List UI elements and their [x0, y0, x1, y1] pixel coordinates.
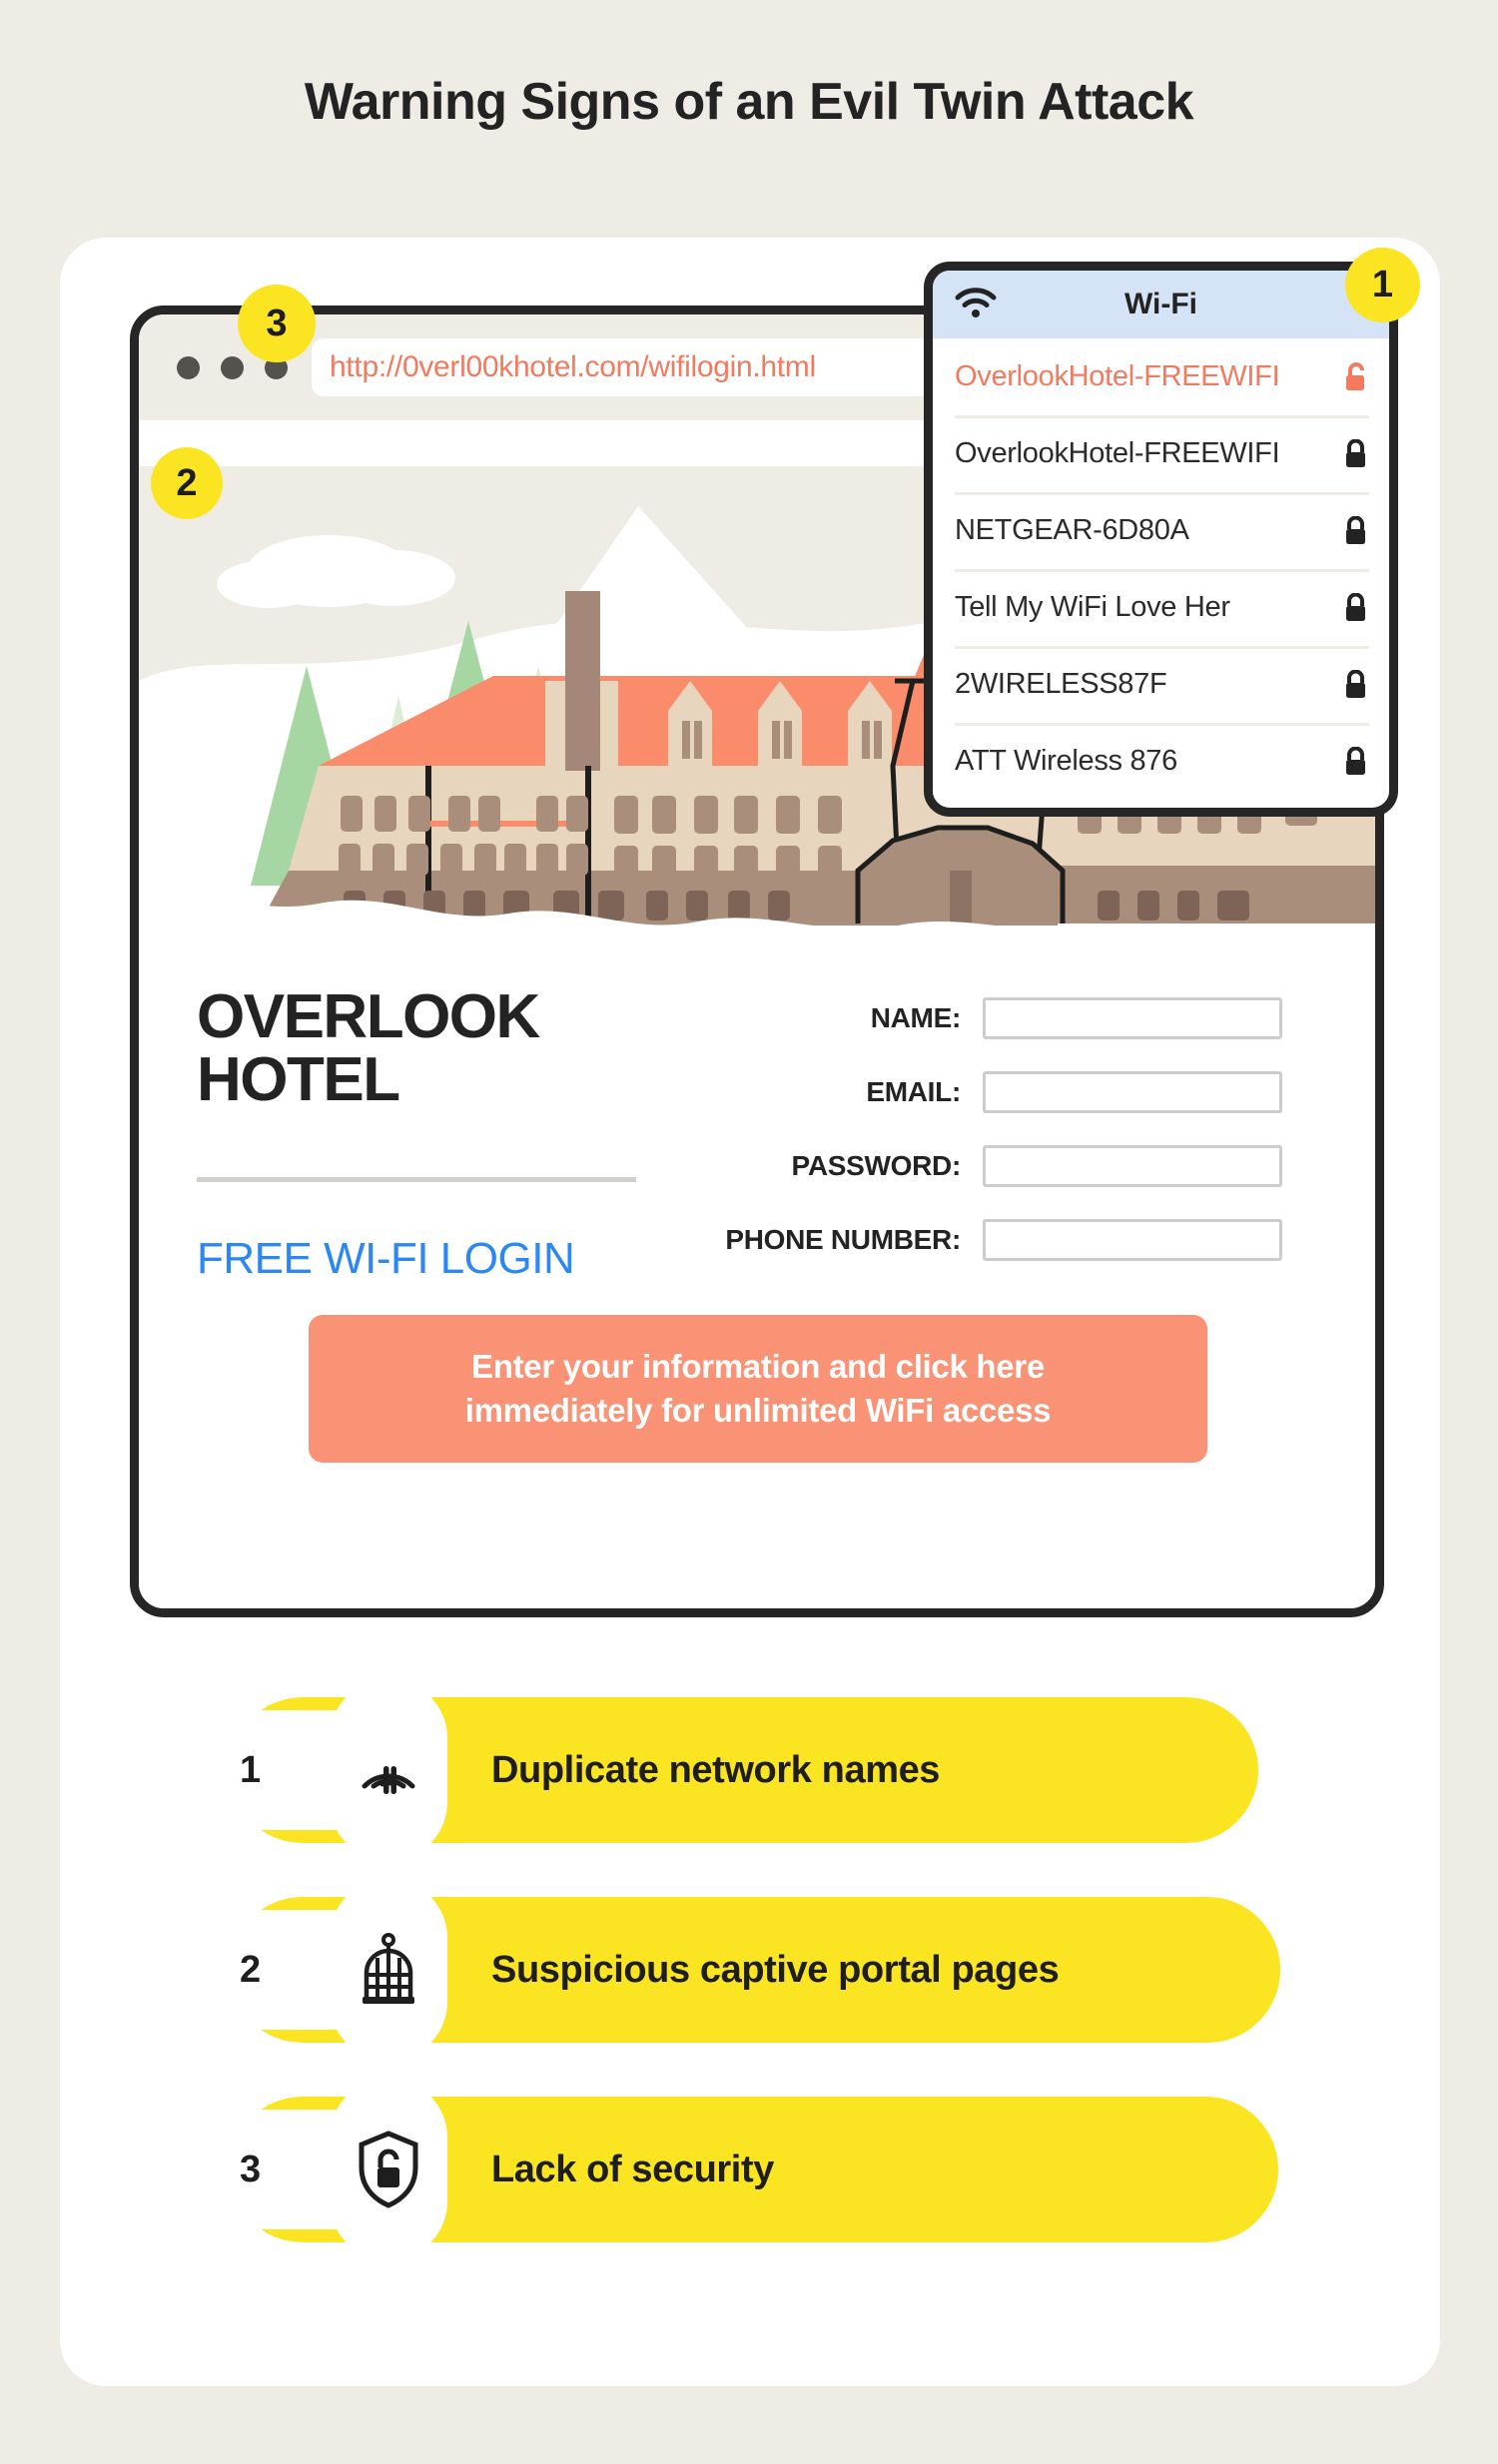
portal-branding: OVERLOOK HOTEL FREE WI-FI LOGIN: [197, 985, 666, 1284]
divider: [197, 1177, 636, 1183]
email-input[interactable]: [983, 1071, 1282, 1113]
warning-signs-list: 1 Duplicate network names 2 Suspicious c…: [0, 1679, 1498, 2296]
shield-unlocked-icon: [330, 2079, 447, 2260]
warning-sign-label: Duplicate network names: [491, 1748, 941, 1791]
submit-button[interactable]: Enter your information and click here im…: [309, 1315, 1207, 1463]
name-label: NAME:: [870, 1002, 962, 1033]
warning-sign-label: Suspicious captive portal pages: [491, 1948, 1060, 1991]
wifi-network-name: OverlookHotel-FREEWIFI: [955, 437, 1280, 469]
wifi-network-list: OverlookHotel-FREEWIFI OverlookHotel-FRE…: [933, 338, 1389, 800]
wifi-network-name: Tell My WiFi Love Her: [955, 591, 1230, 623]
wifi-icon: [955, 287, 997, 323]
callout-badge-3: 3: [238, 285, 316, 362]
birdcage-icon: [330, 1879, 447, 2061]
warning-sign-item[interactable]: 1 Duplicate network names: [0, 1679, 1498, 1861]
callout-badge-2: 2: [151, 447, 223, 519]
warning-sign-pill[interactable]: 1 Duplicate network names: [200, 1679, 1258, 1861]
wifi-networks-panel: Wi-Fi OverlookHotel-FREEWIFI OverlookHot…: [924, 262, 1398, 817]
wifi-panel-header: Wi-Fi: [933, 271, 1389, 338]
warning-sign-pill[interactable]: 2 Suspicious captive portal pages: [200, 1879, 1280, 2061]
name-input[interactable]: [983, 997, 1282, 1039]
form-row-email: EMAIL:: [693, 1069, 1332, 1115]
wifi-network-item[interactable]: 2WIRELESS87F: [933, 646, 1389, 723]
warning-sign-item[interactable]: 3 Lack of security: [0, 2079, 1498, 2260]
wifi-network-item[interactable]: NETGEAR-6D80A: [933, 492, 1389, 569]
wifi-network-name: OverlookHotel-FREEWIFI: [955, 360, 1280, 392]
hotel-name-line2: HOTEL: [197, 1045, 400, 1115]
callout-badge-1: 1: [1345, 248, 1420, 322]
lock-icon: [1339, 592, 1369, 623]
lock-icon: [1339, 669, 1369, 700]
warning-sign-label: Lack of security: [491, 2148, 774, 2190]
password-input[interactable]: [983, 1145, 1282, 1187]
form-row-password: PASSWORD:: [693, 1143, 1332, 1189]
email-label: EMAIL:: [866, 1076, 961, 1107]
cta-line2: immediately for unlimited WiFi access: [464, 1392, 1052, 1429]
wifi-network-item[interactable]: OverlookHotel-FREEWIFI: [933, 338, 1389, 415]
wifi-network-name: NETGEAR-6D80A: [955, 514, 1189, 546]
wifi-network-name: 2WIRELESS87F: [955, 668, 1167, 700]
hotel-name-line1: OVERLOOK: [197, 982, 540, 1051]
form-row-name: NAME:: [693, 995, 1332, 1041]
page-title: Warning Signs of an Evil Twin Attack: [304, 73, 1194, 131]
wifi-network-name: ATT Wireless 876: [955, 745, 1177, 777]
minimize-dot-icon[interactable]: [221, 355, 244, 379]
wifi-network-item[interactable]: ATT Wireless 876: [933, 723, 1389, 800]
wifi-panel-title: Wi-Fi: [1124, 288, 1198, 320]
wifi-network-item[interactable]: OverlookHotel-FREEWIFI: [933, 415, 1389, 492]
lock-icon: [1339, 746, 1369, 777]
phone-number-input[interactable]: [983, 1219, 1282, 1261]
lock-icon: [1339, 515, 1369, 546]
hotel-name: OVERLOOK HOTEL: [197, 982, 666, 1115]
portal-form: NAME: EMAIL: PASSWORD: PHONE NUMBER:: [693, 995, 1332, 1291]
lock-icon: [1339, 438, 1369, 469]
cta-line1: Enter your information and click here: [471, 1348, 1045, 1386]
form-row-phone: PHONE NUMBER:: [693, 1217, 1332, 1263]
wifi-network-item[interactable]: Tell My WiFi Love Her: [933, 569, 1389, 646]
phone-number-label: PHONE NUMBER:: [725, 1224, 961, 1255]
free-wifi-login-heading: FREE WI-FI LOGIN: [197, 1234, 575, 1284]
unlock-icon: [1339, 361, 1369, 392]
warning-sign-item[interactable]: 2 Suspicious captive portal pages: [0, 1879, 1498, 2061]
broadcast-signal-icon: [330, 1679, 447, 1861]
close-dot-icon[interactable]: [177, 355, 200, 379]
password-label: PASSWORD:: [791, 1150, 962, 1181]
warning-sign-pill[interactable]: 3 Lack of security: [200, 2079, 1278, 2260]
